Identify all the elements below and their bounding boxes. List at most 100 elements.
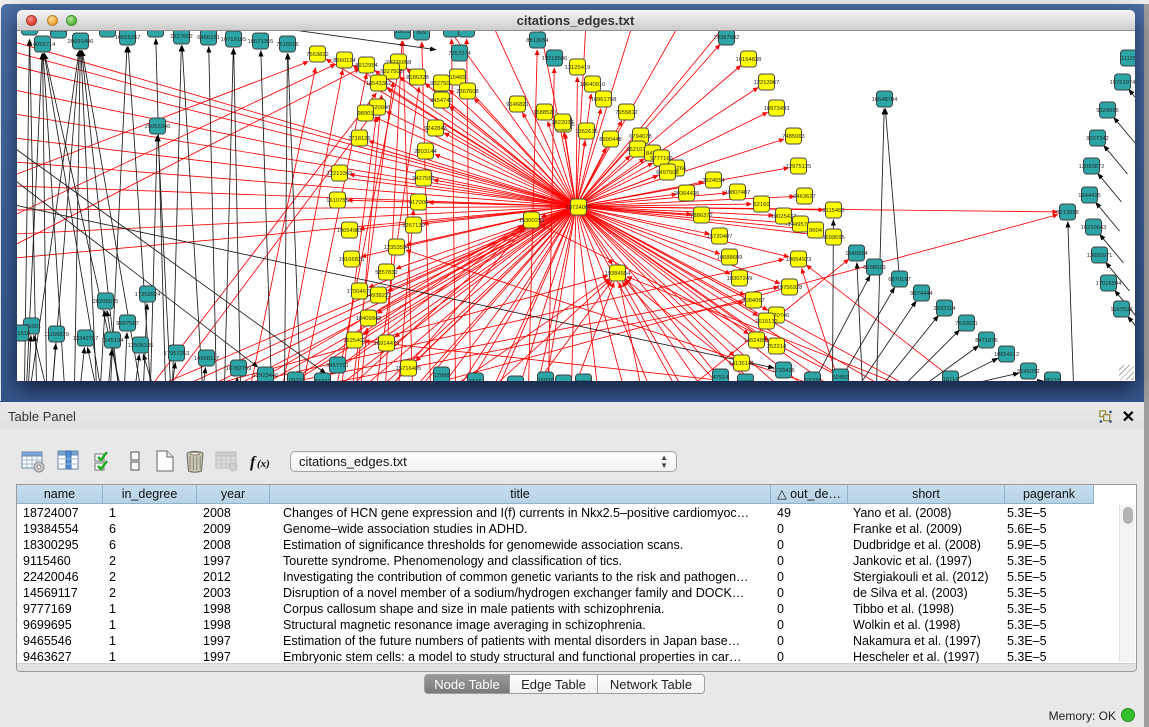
svg-text:15751074: 15751074 [1109,80,1134,86]
svg-text:10653: 10653 [458,31,474,33]
svg-text:7955812: 7955812 [615,110,638,116]
svg-text:9227342: 9227342 [1086,136,1109,142]
svg-text:7663822: 7663822 [306,52,329,58]
svg-text:12213967: 12213967 [753,80,779,86]
svg-text:9242843: 9242843 [424,126,447,132]
svg-text:9457791: 9457791 [326,363,349,369]
svg-text:12988: 12988 [433,373,449,379]
svg-text:74537: 74537 [443,31,459,33]
svg-text:8186328: 8186328 [406,75,429,81]
svg-text:391510: 391510 [17,331,30,337]
svg-text:16782759: 16782759 [225,366,251,372]
svg-text:98901: 98901 [357,111,373,117]
svg-text:8660124: 8660124 [333,58,356,64]
svg-text:15465: 15465 [449,75,465,81]
svg-text:9327503: 9327503 [380,69,403,75]
svg-text:2803144: 2803144 [414,149,437,155]
svg-text:2718126: 2718126 [348,136,371,142]
svg-text:7625402: 7625402 [343,338,366,344]
svg-text:8938923: 8938923 [863,265,886,271]
svg-text:1527602: 1527602 [170,34,193,40]
svg-text:8454749: 8454749 [430,98,453,104]
svg-text:7515526: 7515526 [276,42,299,48]
svg-text:252214: 252214 [766,344,786,350]
svg-text:6466161: 6466161 [197,35,220,41]
svg-text:20091: 20091 [50,31,66,34]
svg-text:9463627: 9463627 [793,194,816,200]
svg-text:10654112: 10654112 [993,352,1018,358]
svg-text:12505135: 12505135 [127,343,153,349]
svg-text:16210643: 16210643 [1080,225,1106,231]
svg-text:19166825: 19166825 [338,257,364,263]
svg-text:14524851: 14524851 [743,338,769,344]
svg-text:20364436: 20364436 [673,191,699,197]
svg-text:3822037: 3822037 [551,120,574,126]
svg-text:14938222: 14938222 [365,293,391,299]
svg-text:f: f [250,454,257,471]
svg-text:19654982: 19654982 [336,228,362,234]
svg-text:1615132: 1615132 [755,319,778,325]
svg-text:1244415: 1244415 [1078,193,1101,199]
svg-text:3267130: 3267130 [402,223,425,229]
svg-text:19218506: 19218506 [541,56,567,62]
svg-text:(x): (x) [257,458,270,470]
svg-text:18114: 18114 [942,377,958,381]
svg-text:20691406: 20691406 [67,39,93,45]
svg-text:20206575: 20206575 [92,299,118,305]
svg-text:809: 809 [416,31,426,36]
svg-text:14055714: 14055714 [29,42,56,48]
svg-text:20387682: 20387682 [713,35,739,41]
svg-text:14136141: 14136141 [728,361,754,367]
svg-text:9146821: 9146821 [506,102,529,108]
svg-text:8213958: 8213958 [1056,210,1079,216]
svg-text:7485063: 7485063 [782,134,805,140]
svg-text:18409948: 18409948 [355,316,381,322]
svg-text:12975125: 12975125 [785,164,811,170]
svg-text:1640954: 1640954 [845,251,868,257]
svg-text:10719155: 10719155 [220,37,246,43]
svg-text:18724007: 18724007 [565,205,591,211]
svg-text:10036: 10036 [737,380,753,381]
svg-text:16655267: 16655267 [114,35,140,41]
svg-text:3824554: 3824554 [702,178,725,184]
svg-text:10807487: 10807487 [724,190,750,196]
svg-text:9084067: 9084067 [742,298,765,304]
svg-text:9997587: 9997587 [116,321,139,327]
svg-text:11156829: 11156829 [44,332,69,338]
svg-text:17359924: 17359924 [134,292,161,298]
svg-text:16648784: 16648784 [871,97,898,103]
svg-text:6794078: 6794078 [629,134,652,140]
svg-text:12353594: 12353594 [383,245,410,251]
svg-text:7632621: 7632621 [955,321,978,327]
svg-text:15300293: 15300293 [518,218,544,224]
svg-text:9427552: 9427552 [412,176,435,182]
svg-text:9604: 9604 [809,228,823,234]
svg-text:8990448: 8990448 [599,137,622,143]
svg-text:5546: 5546 [469,379,482,381]
svg-text:25053346: 25053346 [144,124,170,130]
svg-text:86210: 86210 [1044,378,1060,381]
svg-text:8813054: 8813054 [526,38,549,44]
svg-text:16033: 16033 [394,31,410,35]
svg-text:8912954: 8912954 [355,63,378,69]
svg-text:14958117: 14958117 [193,356,218,362]
svg-text:9699695: 9699695 [822,235,845,241]
svg-text:9674444: 9674444 [910,291,933,297]
svg-text:62160: 62160 [753,202,769,208]
svg-text:16671355: 16671355 [247,39,273,45]
svg-text:17016504: 17016504 [1095,281,1122,287]
svg-text:16914479: 16914479 [373,341,399,347]
svg-text:10973493: 10973493 [763,106,789,112]
svg-text:6879197: 6879197 [888,277,911,283]
svg-text:9115460: 9115460 [822,208,844,214]
svg-text:18307249: 18307249 [726,276,752,282]
svg-text:15716485: 15716485 [395,366,421,372]
svg-text:10877: 10877 [99,31,115,33]
svg-text:47514: 47514 [712,375,729,381]
svg-text:1362615: 1362615 [575,129,598,135]
svg-text:16154838: 16154838 [735,57,761,63]
svg-text:9329966: 9329966 [1096,108,1119,114]
svg-text:5857832: 5857832 [375,270,398,276]
svg-text:1610755: 1610755 [326,198,349,204]
svg-text:12093872: 12093872 [1078,164,1104,170]
